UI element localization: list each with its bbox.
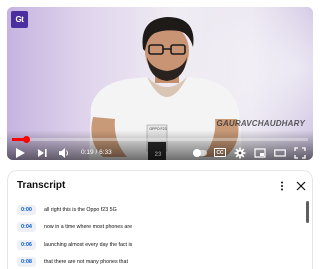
segment-text: now in a time where most phones are: [44, 224, 133, 231]
progress-bar[interactable]: [12, 136, 308, 143]
miniplayer-icon: [254, 147, 266, 158]
transcript-segment[interactable]: 0:08 that there are not many phones that: [8, 254, 302, 269]
segment-timestamp[interactable]: 0:06: [17, 239, 36, 250]
miniplayer-button[interactable]: [253, 146, 267, 160]
player-controls: 0:19 / 6:33 CC: [7, 145, 313, 160]
autoplay-toggle[interactable]: [193, 146, 207, 160]
segment-timestamp[interactable]: 0:08: [17, 257, 36, 268]
theater-icon: [274, 148, 286, 157]
transcript-panel: Transcript 0:00 all right this is the Op…: [7, 170, 313, 269]
close-icon: [296, 181, 306, 191]
play-icon: [16, 147, 25, 158]
channel-watermark: GAURAVCHAUDHARY: [216, 119, 305, 128]
page: Gt GAURAVCHAUDHARY OPPO F23 23 0:19 / 6:…: [0, 0, 320, 269]
current-time: 0:19: [81, 149, 94, 156]
fullscreen-button[interactable]: [293, 146, 307, 160]
subtitles-button[interactable]: CC: [213, 146, 227, 160]
settings-button[interactable]: [233, 146, 247, 160]
segment-timestamp[interactable]: 0:04: [17, 222, 36, 233]
more-vertical-icon: [281, 181, 283, 191]
volume-icon: [59, 147, 68, 158]
close-transcript-button[interactable]: [295, 179, 307, 193]
transcript-scrollbar[interactable]: [306, 201, 309, 223]
theater-mode-button[interactable]: [273, 146, 287, 160]
mute-button[interactable]: [57, 146, 71, 160]
channel-logo: Gt: [11, 11, 28, 28]
segment-text: launching almost every day the fact is: [44, 241, 133, 248]
segment-text: that there are not many phones that: [44, 259, 128, 266]
fullscreen-icon: [294, 146, 306, 159]
transcript-header: Transcript: [8, 171, 312, 201]
gear-icon: [234, 147, 246, 158]
segment-text: all right this is the Oppo f23 5G: [44, 206, 117, 213]
right-controls: CC: [187, 146, 307, 160]
transcript-segment[interactable]: 0:04 now in a time where most phones are: [8, 219, 302, 237]
transcript-list[interactable]: 0:00 all right this is the Oppo f23 5G 0…: [8, 201, 302, 269]
time-display: 0:19 / 6:33: [81, 149, 112, 156]
transcript-segment[interactable]: 0:06 launching almost every day the fact…: [8, 236, 302, 254]
play-button[interactable]: [13, 146, 27, 160]
next-button[interactable]: [35, 146, 49, 160]
transcript-title: Transcript: [17, 180, 66, 191]
transcript-segment[interactable]: 0:00 all right this is the Oppo f23 5G: [8, 201, 302, 219]
segment-timestamp[interactable]: 0:00: [17, 204, 36, 215]
skip-next-icon: [38, 148, 47, 157]
more-options-button[interactable]: [276, 179, 288, 193]
duration: 6:33: [99, 149, 112, 156]
toggle-switch-icon: [193, 148, 207, 157]
cc-icon: CC: [214, 148, 226, 157]
video-player[interactable]: Gt GAURAVCHAUDHARY OPPO F23 23 0:19 / 6:…: [7, 7, 313, 160]
